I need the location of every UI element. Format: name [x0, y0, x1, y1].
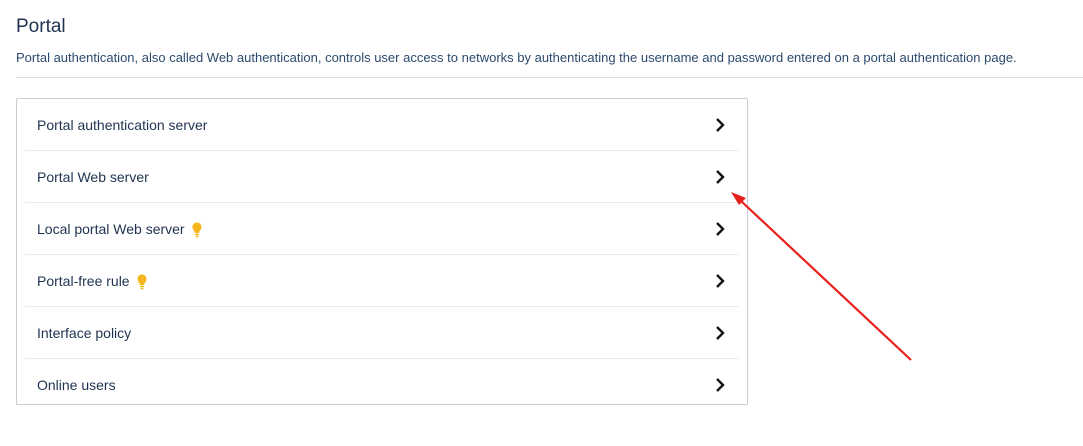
menu-item-label: Local portal Web server [37, 220, 185, 237]
chevron-right-icon[interactable] [715, 117, 725, 132]
portal-page: Portal Portal authentication, also calle… [0, 0, 1083, 446]
menu-item-label: Interface policy [37, 324, 132, 341]
lightbulb-icon [137, 274, 147, 289]
chevron-right-icon[interactable] [715, 273, 725, 288]
menu-item-label: Portal Web server [37, 168, 149, 185]
header-divider [16, 77, 1083, 78]
portal-menu: Portal authentication server Portal Web … [16, 98, 748, 405]
page-description: Portal authentication, also called Web a… [16, 50, 1017, 65]
menu-item-local-portal-web-server[interactable]: Local portal Web server [25, 203, 739, 255]
menu-item-portal-authentication-server[interactable]: Portal authentication server [25, 99, 739, 151]
menu-item-portal-free-rule[interactable]: Portal-free rule [25, 255, 739, 307]
chevron-right-icon[interactable] [715, 169, 725, 184]
menu-item-portal-web-server[interactable]: Portal Web server [25, 151, 739, 203]
menu-item-interface-policy[interactable]: Interface policy [25, 307, 739, 359]
menu-item-label: Portal authentication server [37, 116, 208, 133]
menu-item-label: Portal-free rule [37, 272, 130, 289]
lightbulb-icon [192, 222, 202, 237]
chevron-right-icon[interactable] [715, 221, 725, 236]
chevron-right-icon[interactable] [715, 325, 725, 340]
chevron-right-icon[interactable] [715, 377, 725, 392]
page-title: Portal [16, 16, 66, 37]
menu-item-label: Online users [37, 376, 116, 393]
menu-item-online-users[interactable]: Online users [25, 359, 739, 410]
